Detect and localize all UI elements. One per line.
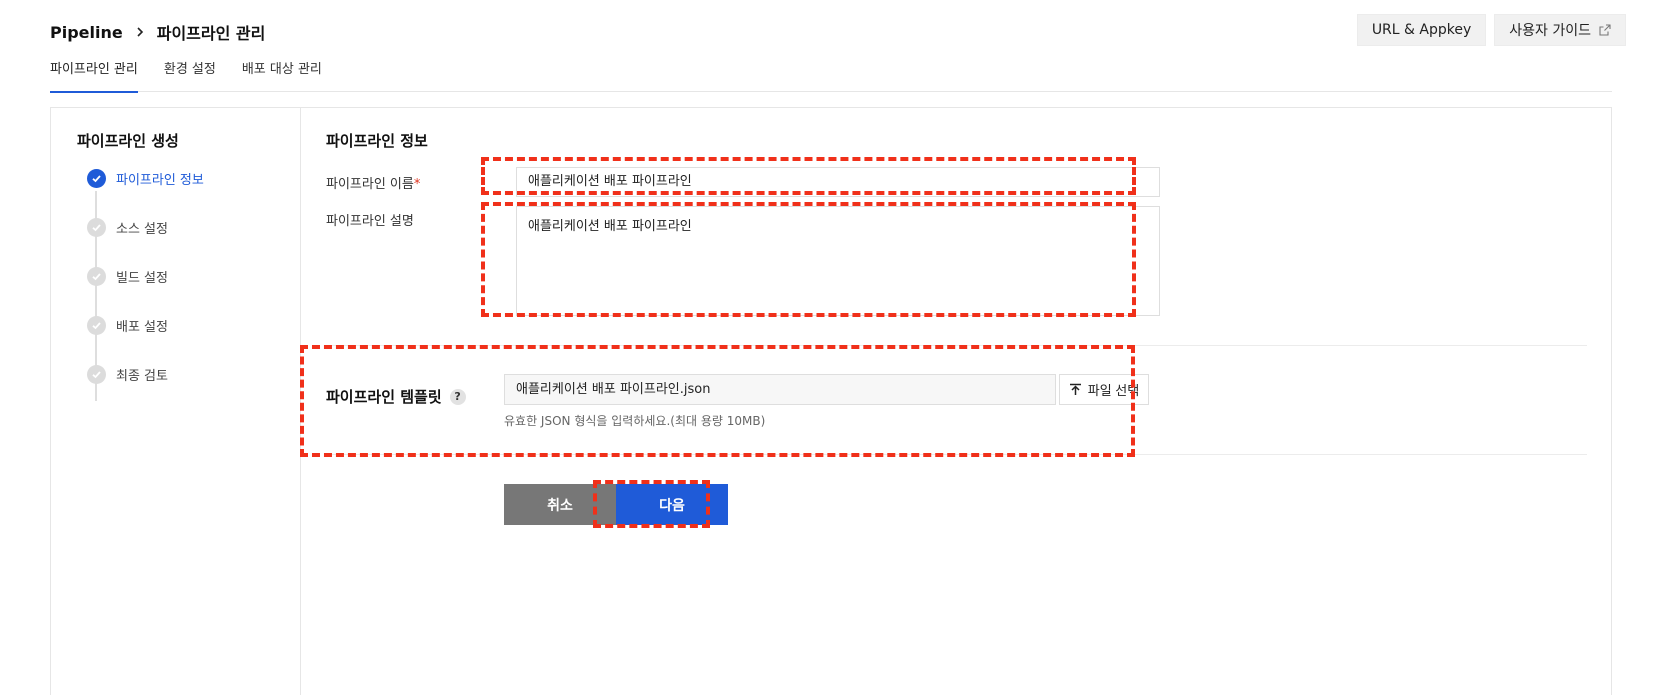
pipeline-description-textarea[interactable]: 애플리케이션 배포 파이프라인 [516, 206, 1160, 316]
step-label: 배포 설정 [116, 320, 168, 335]
step-item-build: 빌드 설정 [87, 267, 168, 286]
pipeline-template-label: 파이프라인 템플릿 ? [326, 386, 466, 407]
breadcrumb-root[interactable]: Pipeline [50, 23, 123, 42]
check-icon [87, 316, 106, 335]
tab-deploy-target-management[interactable]: 배포 대상 관리 [242, 58, 322, 92]
top-actions: URL & Appkey 사용자 가이드 [1356, 14, 1626, 46]
cancel-button[interactable]: 취소 [504, 484, 616, 525]
step-item-deploy: 배포 설정 [87, 316, 168, 335]
check-icon [87, 169, 106, 188]
user-guide-label: 사용자 가이드 [1509, 23, 1591, 39]
url-appkey-label: URL & Appkey [1371, 22, 1472, 38]
next-button[interactable]: 다음 [616, 484, 728, 525]
step-item-review: 최종 검토 [87, 365, 168, 384]
section-title: 파이프라인 정보 [326, 132, 428, 150]
tab-pipeline-management[interactable]: 파이프라인 관리 [50, 58, 138, 93]
step-label: 빌드 설정 [116, 271, 168, 286]
check-icon [87, 267, 106, 286]
url-appkey-button[interactable]: URL & Appkey [1356, 14, 1487, 46]
divider [326, 454, 1587, 455]
tab-environment-settings[interactable]: 환경 설정 [164, 58, 216, 92]
check-icon [87, 365, 106, 384]
chevron-right-icon [137, 27, 143, 37]
step-label: 최종 검토 [116, 369, 168, 384]
step-label: 파이프라인 정보 [116, 173, 204, 188]
external-link-icon [1599, 24, 1611, 36]
form-content: 파이프라인 정보 파이프라인 이름* 애플리케이션 배포 파이프라인 파이프라인… [326, 108, 1611, 695]
file-select-button[interactable]: 파일 선택 [1059, 374, 1149, 405]
pipeline-create-panel: 파이프라인 생성 파이프라인 정보 소스 설정 빌드 설정 배포 설정 최종 검… [50, 107, 1612, 695]
step-label: 소스 설정 [116, 222, 168, 237]
divider [326, 345, 1587, 346]
pipeline-name-label-text: 파이프라인 이름 [326, 177, 414, 192]
template-hint: 유효한 JSON 형식을 입력하세요.(최대 용량 10MB) [504, 414, 766, 428]
pipeline-name-label: 파이프라인 이름* [326, 173, 420, 192]
step-item-pipeline-info: 파이프라인 정보 [87, 169, 204, 188]
check-icon [87, 218, 106, 237]
breadcrumb: Pipeline 파이프라인 관리 [50, 20, 265, 44]
step-item-source: 소스 설정 [87, 218, 168, 237]
pipeline-description-label: 파이프라인 설명 [326, 214, 414, 229]
pipeline-name-input[interactable]: 애플리케이션 배포 파이프라인 [516, 167, 1160, 197]
breadcrumb-current: 파이프라인 관리 [156, 24, 266, 43]
steps-title: 파이프라인 생성 [77, 132, 179, 150]
required-mark: * [413, 177, 421, 192]
template-file-input[interactable]: 애플리케이션 배포 파이프라인.json [504, 374, 1056, 405]
tab-bar: 파이프라인 관리 환경 설정 배포 대상 관리 [50, 58, 1612, 93]
upload-icon [1069, 383, 1081, 395]
step-sidebar: 파이프라인 생성 파이프라인 정보 소스 설정 빌드 설정 배포 설정 최종 검… [51, 108, 301, 695]
user-guide-button[interactable]: 사용자 가이드 [1494, 14, 1626, 46]
file-select-label: 파일 선택 [1087, 383, 1140, 398]
help-icon[interactable]: ? [449, 388, 466, 405]
pipeline-template-label-text: 파이프라인 템플릿 [326, 388, 442, 406]
